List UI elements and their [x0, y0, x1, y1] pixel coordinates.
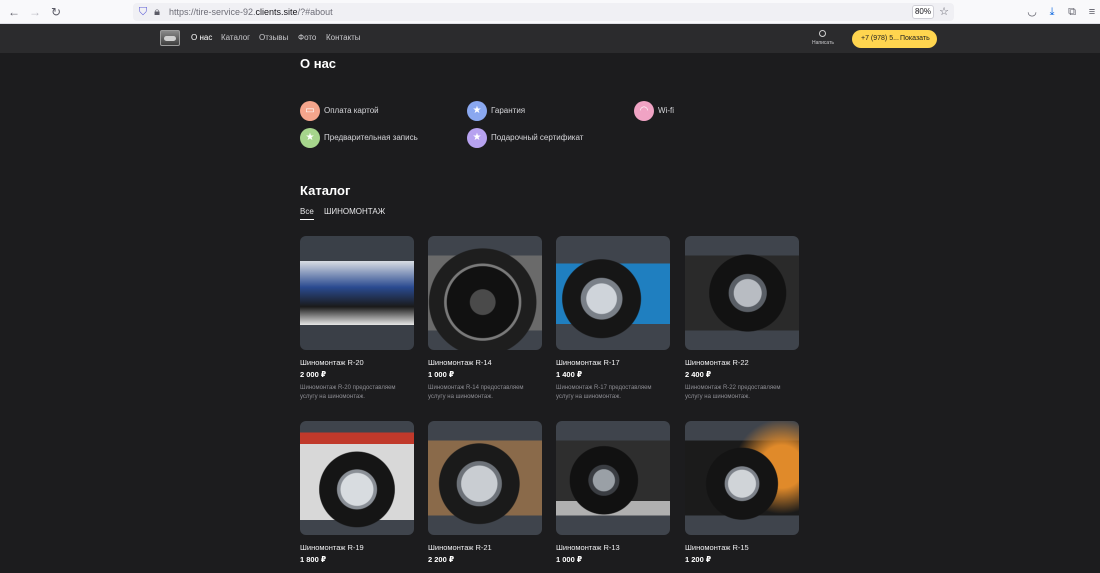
tire-photo[interactable]: [428, 421, 542, 535]
card-price: 1 400 ₽: [556, 370, 583, 379]
star-icon: ★: [467, 101, 487, 121]
nav-contacts[interactable]: Контакты: [326, 33, 361, 43]
logo[interactable]: [160, 30, 180, 46]
card-title: Шиномонтаж R-13: [556, 543, 620, 552]
show-phone-button[interactable]: +7 (978) 5... Показать: [852, 30, 937, 48]
bookmark-star-icon[interactable]: ☆: [936, 4, 952, 20]
zoom-level[interactable]: 80%: [912, 5, 934, 19]
card-title: Шиномонтаж R-15: [685, 543, 749, 552]
card-desc: Шиномонтаж R-22 предоставляем услугу на …: [685, 385, 781, 400]
extensions-icon[interactable]: ⧉: [1064, 4, 1080, 20]
url-text[interactable]: https://tire-service-92.clients.site/?#a…: [169, 5, 333, 19]
feature-label: Гарантия: [491, 106, 526, 115]
card-price: 2 200 ₽: [428, 555, 455, 564]
card-title: Шиномонтаж R-22: [685, 358, 749, 367]
wifi-icon: ◠: [634, 101, 654, 121]
address-bar[interactable]: ⛉ 🔒︎ https://tire-service-92.clients.sit…: [133, 3, 954, 21]
tab-tire-fitting[interactable]: ШИНОМОНТАЖ: [324, 207, 385, 219]
phone-number: +7 (978) 5...: [861, 35, 899, 42]
card-title: Шиномонтаж R-14: [428, 358, 492, 367]
star-icon: ★: [300, 128, 320, 148]
write-button[interactable]: Написать: [810, 30, 836, 48]
nav-reviews[interactable]: Отзывы: [259, 33, 288, 43]
feature-label: Wi-fi: [658, 106, 674, 115]
feature-label: Подарочный сертификат: [491, 133, 584, 142]
write-label: Написать: [812, 40, 834, 46]
card-title: Шиномонтаж R-19: [300, 543, 364, 552]
tire-photo[interactable]: [685, 421, 799, 535]
card-desc: Шиномонтаж R-14 предоставляем услугу на …: [428, 385, 524, 400]
tire-photo[interactable]: [556, 236, 670, 350]
tab-all[interactable]: Все: [300, 207, 314, 220]
star-icon: ★: [467, 128, 487, 148]
card-desc: Шиномонтаж R-20 предоставляем услугу на …: [300, 385, 396, 400]
lock-icon[interactable]: 🔒︎: [149, 4, 165, 20]
nav-about[interactable]: О нас: [191, 33, 212, 43]
browser-toolbar: ← → ↻ ⛉ 🔒︎ https://tire-service-92.clien…: [0, 0, 1100, 24]
about-title: О нас: [300, 56, 337, 71]
feature-label: Оплата картой: [324, 106, 379, 115]
card-price: 1 800 ₽: [300, 555, 327, 564]
show-label: Показать: [900, 35, 930, 42]
card-icon: ▭: [300, 101, 320, 121]
menu-icon[interactable]: ≡: [1084, 4, 1100, 20]
card-price: 1 000 ₽: [556, 555, 583, 564]
catalog-title: Каталог: [300, 183, 351, 198]
tire-photo[interactable]: [300, 236, 414, 350]
tire-photo[interactable]: [428, 236, 542, 350]
feature-label: Предварительная запись: [324, 133, 418, 142]
download-icon[interactable]: ⤓: [1044, 4, 1060, 20]
card-price: 2 000 ₽: [300, 370, 327, 379]
reload-icon[interactable]: ↻: [48, 4, 64, 20]
card-price: 2 400 ₽: [685, 370, 712, 379]
card-price: 1 000 ₽: [428, 370, 455, 379]
back-icon[interactable]: ←: [6, 4, 22, 20]
card-price: 1 200 ₽: [685, 555, 712, 564]
forward-icon[interactable]: →: [27, 4, 43, 20]
nav-catalog[interactable]: Каталог: [221, 33, 250, 43]
tire-photo[interactable]: [685, 236, 799, 350]
nav-photo[interactable]: Фото: [298, 33, 316, 43]
card-title: Шиномонтаж R-21: [428, 543, 492, 552]
card-desc: Шиномонтаж R-17 предоставляем услугу на …: [556, 385, 652, 400]
card-title: Шиномонтаж R-20: [300, 358, 364, 367]
chat-icon: [819, 30, 826, 37]
card-title: Шиномонтаж R-17: [556, 358, 620, 367]
tire-photo[interactable]: [556, 421, 670, 535]
pocket-icon[interactable]: ◡: [1024, 4, 1040, 20]
tire-photo[interactable]: [300, 421, 414, 535]
